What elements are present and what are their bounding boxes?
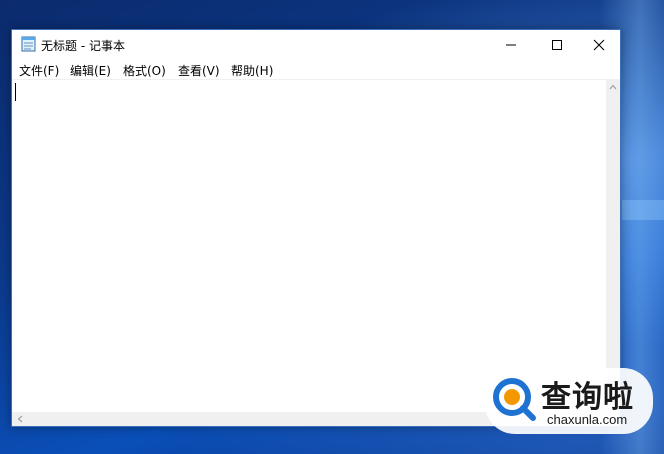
watermark-brand-en: chaxunla.com: [547, 412, 628, 427]
watermark: 查询啦 chaxunla.com: [485, 368, 655, 438]
maximize-icon: [552, 39, 562, 50]
vertical-scrollbar[interactable]: [606, 79, 620, 412]
menu-file[interactable]: 文件(F): [19, 62, 59, 79]
close-button[interactable]: [576, 30, 622, 59]
text-editor[interactable]: [12, 79, 606, 412]
notepad-icon: [21, 36, 36, 52]
menu-view[interactable]: 查看(V): [178, 62, 220, 79]
window-title: 无标题 - 记事本: [41, 39, 125, 53]
menu-edit[interactable]: 编辑(E): [70, 62, 111, 79]
magnifier-logo-icon: [493, 378, 536, 421]
menu-bar: 文件(F) 编辑(E) 格式(O) 查看(V) 帮助(H): [12, 59, 620, 79]
minimize-button[interactable]: [488, 30, 534, 59]
close-icon: [593, 39, 605, 50]
minimize-icon: [506, 44, 516, 45]
menu-format[interactable]: 格式(O): [123, 62, 166, 79]
scroll-up-arrow-icon[interactable]: [609, 84, 617, 90]
maximize-button[interactable]: [534, 30, 580, 59]
watermark-brand-cn: 查询啦: [541, 380, 634, 415]
text-caret: [15, 83, 16, 101]
light-beam: [622, 200, 664, 220]
menu-help[interactable]: 帮助(H): [231, 62, 273, 79]
scroll-left-arrow-icon[interactable]: [17, 415, 23, 423]
title-bar[interactable]: 无标题 - 记事本: [12, 30, 620, 59]
